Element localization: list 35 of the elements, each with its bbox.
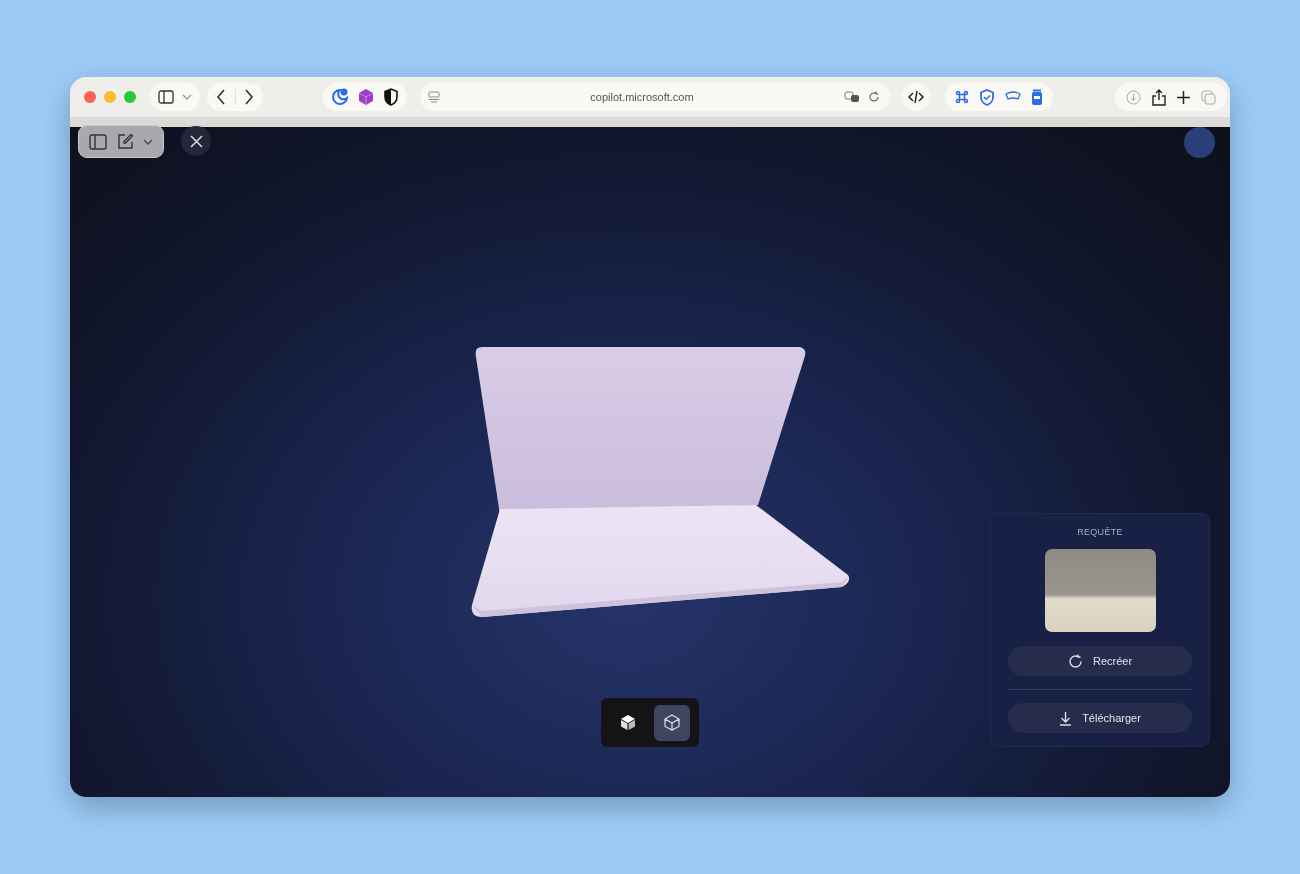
- cube-icon[interactable]: [357, 88, 375, 106]
- url-text: copilot.microsoft.com: [589, 91, 695, 103]
- shield-icon[interactable]: [383, 88, 399, 106]
- page-menu-icon[interactable]: [428, 91, 440, 103]
- close-icon: [189, 134, 203, 148]
- reload-icon[interactable]: [868, 91, 880, 103]
- command-key-icon[interactable]: [955, 90, 969, 104]
- jar-icon[interactable]: [1031, 88, 1043, 106]
- shield-check-icon[interactable]: [979, 88, 995, 106]
- sidebar-icon: [158, 90, 174, 104]
- sidebar-icon[interactable]: [88, 133, 107, 150]
- close-window-button[interactable]: [84, 91, 96, 103]
- recreate-button[interactable]: Recréer: [1008, 646, 1192, 676]
- code-button[interactable]: [902, 83, 930, 111]
- address-bar[interactable]: copilot.microsoft.com: [420, 83, 890, 111]
- translate-icon[interactable]: [844, 91, 860, 103]
- back-icon[interactable]: [215, 89, 226, 105]
- refresh-icon: [1067, 653, 1083, 669]
- compose-icon[interactable]: [116, 133, 134, 150]
- close-button[interactable]: [181, 126, 211, 156]
- sidebar-toggle-button[interactable]: [150, 83, 200, 111]
- moon-badge-icon[interactable]: [331, 88, 349, 106]
- chevron-down-icon: [182, 94, 192, 100]
- share-icon[interactable]: [1152, 88, 1166, 106]
- panel-title: REQUÊTE: [1077, 527, 1123, 537]
- wireframe-cube-icon: [664, 714, 681, 731]
- download-icon: [1059, 710, 1073, 726]
- visor-icon[interactable]: [1005, 91, 1021, 103]
- chevron-down-icon[interactable]: [143, 138, 154, 145]
- forward-icon[interactable]: [244, 89, 255, 105]
- view-mode-button[interactable]: [654, 704, 691, 741]
- new-tab-icon[interactable]: [1177, 90, 1190, 104]
- code-icon: [908, 90, 924, 104]
- download-button[interactable]: Télécharger: [1008, 703, 1192, 733]
- solid-cube-icon: [619, 714, 636, 731]
